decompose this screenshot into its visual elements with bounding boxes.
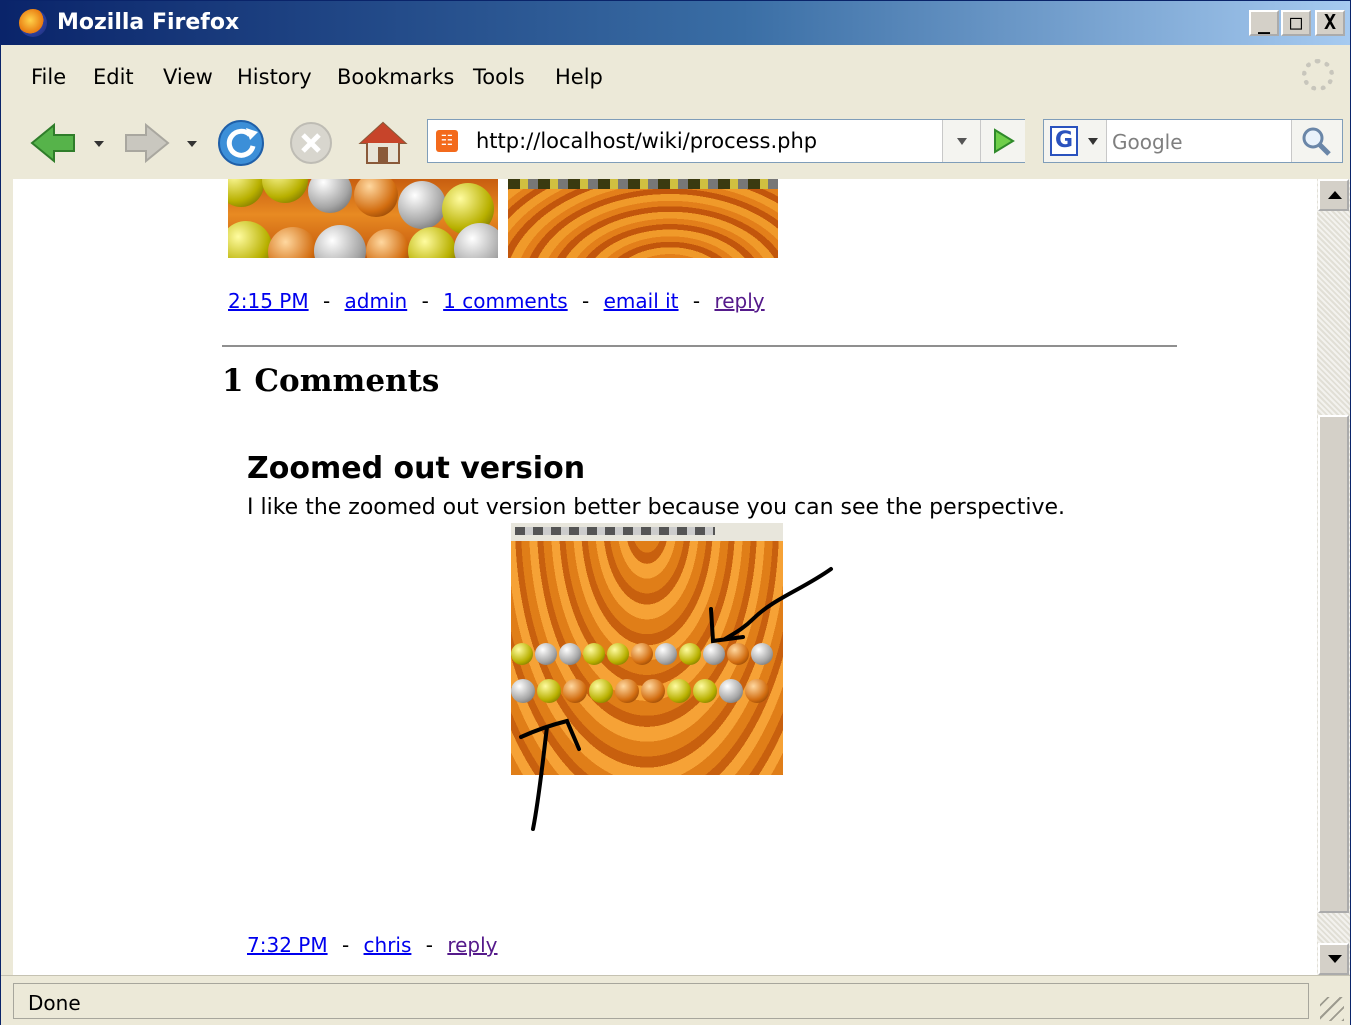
url-input[interactable]: http://localhost/wiki/process.php bbox=[476, 129, 817, 153]
back-arrow-icon bbox=[30, 122, 75, 164]
arrow-down-icon bbox=[1328, 955, 1342, 963]
title-bar[interactable]: Mozilla Firefox _ □ X bbox=[1, 1, 1350, 45]
separator: - bbox=[692, 289, 701, 313]
url-history-dropdown-button[interactable] bbox=[942, 120, 981, 162]
forward-arrow-icon bbox=[125, 122, 170, 164]
post-time-link[interactable]: 2:15 PM bbox=[228, 289, 309, 313]
menu-help[interactable]: Help bbox=[555, 65, 603, 89]
post-author-link[interactable]: admin bbox=[345, 289, 408, 313]
comment-time-link[interactable]: 7:32 PM bbox=[247, 933, 328, 957]
status-text: Done bbox=[28, 991, 81, 1015]
reload-button[interactable] bbox=[215, 119, 267, 167]
magnifier-icon bbox=[1302, 127, 1331, 156]
forward-history-dropdown-icon[interactable] bbox=[187, 141, 197, 147]
minimize-button[interactable]: _ bbox=[1249, 10, 1279, 36]
search-button[interactable] bbox=[1291, 120, 1342, 162]
separator: - bbox=[421, 289, 429, 313]
site-favicon-icon: ☷ bbox=[436, 130, 458, 152]
menu-view[interactable]: View bbox=[163, 65, 213, 89]
forward-button[interactable] bbox=[121, 119, 173, 167]
navigation-toolbar: ☷ http://localhost/wiki/process.php G Go… bbox=[1, 107, 1350, 179]
post-comments-link[interactable]: 1 comments bbox=[443, 289, 568, 313]
separator: - bbox=[341, 933, 350, 957]
menu-edit[interactable]: Edit bbox=[93, 65, 134, 89]
scroll-up-button[interactable] bbox=[1318, 179, 1349, 211]
resize-grip-icon[interactable] bbox=[1320, 997, 1344, 1021]
annotation-arrows-icon bbox=[519, 567, 833, 831]
go-arrow-icon bbox=[994, 128, 1015, 154]
url-bar[interactable]: ☷ http://localhost/wiki/process.php bbox=[427, 119, 1025, 163]
separator: - bbox=[425, 933, 433, 957]
comment-reply-link[interactable]: reply bbox=[447, 933, 497, 957]
post-meta: 2:15 PM - admin - 1 comments - email it … bbox=[228, 289, 765, 313]
stop-button[interactable] bbox=[285, 119, 337, 167]
section-divider bbox=[222, 345, 1177, 347]
post-email-link[interactable]: email it bbox=[604, 289, 679, 313]
search-engine-selector[interactable]: G bbox=[1044, 120, 1107, 162]
menu-bookmarks[interactable]: Bookmarks bbox=[337, 65, 454, 89]
status-pane: Done bbox=[13, 983, 1309, 1019]
google-g-icon: G bbox=[1050, 126, 1078, 156]
home-button[interactable] bbox=[357, 119, 409, 167]
home-icon bbox=[358, 121, 408, 164]
vertical-scrollbar[interactable] bbox=[1317, 179, 1350, 975]
window-title: Mozilla Firefox bbox=[57, 10, 240, 35]
comment-title: Zoomed out version bbox=[247, 451, 586, 486]
back-history-dropdown-icon[interactable] bbox=[94, 141, 104, 147]
post-reply-link[interactable]: reply bbox=[714, 289, 764, 313]
go-button[interactable] bbox=[980, 120, 1025, 162]
status-bar: Done bbox=[1, 975, 1350, 1025]
menu-bar: File Edit View History Bookmarks Tools H… bbox=[1, 45, 1350, 108]
maximize-button[interactable]: □ bbox=[1281, 10, 1311, 36]
post-image-beads-closeup bbox=[228, 179, 498, 258]
search-input[interactable]: Google bbox=[1112, 130, 1183, 154]
separator: - bbox=[582, 289, 590, 313]
firefox-logo-icon bbox=[19, 9, 47, 37]
page-viewport[interactable]: 2:15 PM - admin - 1 comments - email it … bbox=[13, 179, 1317, 975]
search-box[interactable]: G Google bbox=[1043, 119, 1343, 163]
scroll-down-button[interactable] bbox=[1318, 943, 1349, 975]
chevron-down-icon bbox=[957, 138, 967, 145]
chevron-down-icon bbox=[1088, 138, 1098, 145]
stop-icon bbox=[290, 122, 332, 164]
back-button[interactable] bbox=[27, 119, 79, 167]
comment-author-link[interactable]: chris bbox=[364, 933, 412, 957]
close-button[interactable]: X bbox=[1315, 10, 1345, 36]
post-image-beads-zoomed bbox=[508, 179, 778, 258]
menu-tools[interactable]: Tools bbox=[473, 65, 525, 89]
arrow-up-icon bbox=[1328, 191, 1342, 199]
comment-body: I like the zoomed out version better bec… bbox=[247, 495, 1066, 520]
reload-icon bbox=[218, 120, 264, 166]
comment-meta: 7:32 PM - chris - reply bbox=[247, 933, 498, 957]
menu-file[interactable]: File bbox=[31, 65, 66, 89]
activity-throbber-icon bbox=[1302, 59, 1334, 91]
scroll-thumb[interactable] bbox=[1318, 415, 1349, 913]
comments-heading: 1 Comments bbox=[222, 363, 440, 399]
browser-window: Mozilla Firefox _ □ X File Edit View His… bbox=[0, 0, 1351, 1025]
separator: - bbox=[322, 289, 331, 313]
menu-history[interactable]: History bbox=[237, 65, 312, 89]
